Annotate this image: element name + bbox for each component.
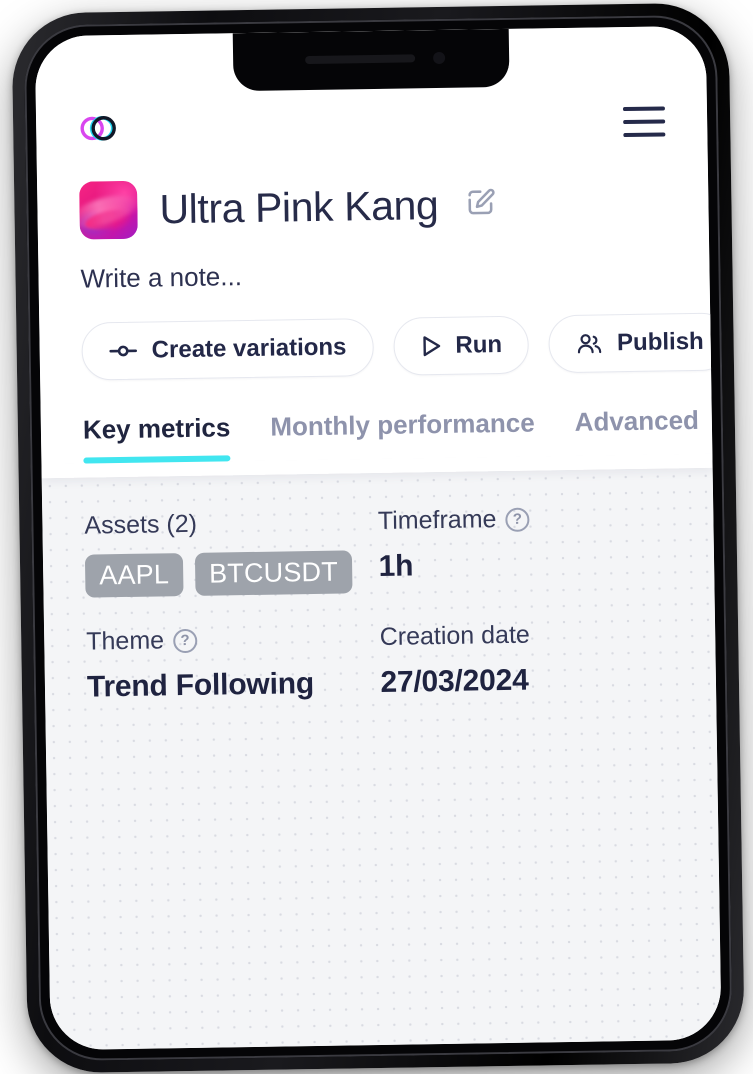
phone-notch xyxy=(232,29,509,91)
tab-advanced[interactable]: Advanced xyxy=(574,405,699,456)
theme-field: Theme ? Trend Following xyxy=(86,623,381,731)
assets-tag-list: AAPL BTCUSDT xyxy=(85,550,379,598)
earpiece-speaker xyxy=(305,54,415,64)
publish-button[interactable]: Publish xyxy=(549,312,722,373)
app-logo-icon xyxy=(78,111,119,146)
users-icon xyxy=(576,331,604,355)
app-logo[interactable] xyxy=(78,111,119,146)
run-button[interactable]: Run xyxy=(393,316,530,376)
metrics-panel: Assets (2) AAPL BTCUSDT Timeframe ? xyxy=(42,468,722,1050)
timeframe-value: 1h xyxy=(378,545,672,584)
run-label: Run xyxy=(455,331,502,360)
edit-icon[interactable] xyxy=(464,186,497,223)
tab-label: Key metrics xyxy=(83,412,231,444)
app-header: Ultra Pink Kang Write a note... xyxy=(35,26,713,464)
asset-tag[interactable]: AAPL xyxy=(85,553,184,598)
creation-date-label: Creation date xyxy=(380,618,674,652)
variations-icon xyxy=(109,342,139,360)
page-title: Ultra Pink Kang xyxy=(159,182,439,233)
phone-bezel: Ultra Pink Kang Write a note... xyxy=(24,15,733,1062)
publish-label: Publish xyxy=(617,328,704,357)
tab-label: Monthly performance xyxy=(270,408,535,442)
menu-line xyxy=(623,132,665,137)
phone-screen: Ultra Pink Kang Write a note... xyxy=(35,26,722,1050)
note-input[interactable]: Write a note... xyxy=(80,254,667,294)
strategy-avatar xyxy=(79,181,138,240)
front-camera xyxy=(433,52,445,64)
play-icon xyxy=(420,334,442,358)
timeframe-field: Timeframe ? 1h xyxy=(378,502,673,619)
theme-value: Trend Following xyxy=(87,666,381,705)
tab-bar: Key metrics Monthly performance Advanced xyxy=(83,405,671,463)
metrics-grid: Assets (2) AAPL BTCUSDT Timeframe ? xyxy=(84,468,675,730)
help-icon[interactable]: ? xyxy=(173,628,197,652)
create-variations-label: Create variations xyxy=(151,333,346,364)
create-variations-button[interactable]: Create variations xyxy=(81,318,374,381)
creation-date-value: 27/03/2024 xyxy=(380,661,674,700)
timeframe-label-text: Timeframe xyxy=(378,505,497,536)
help-icon[interactable]: ? xyxy=(505,507,529,531)
tab-key-metrics[interactable]: Key metrics xyxy=(83,412,231,463)
tab-label: Advanced xyxy=(574,405,699,437)
timeframe-label: Timeframe ? xyxy=(378,502,672,536)
phone-device-frame: Ultra Pink Kang Write a note... xyxy=(11,2,745,1073)
creation-date-field: Creation date 27/03/2024 xyxy=(380,618,675,726)
tab-monthly-performance[interactable]: Monthly performance xyxy=(270,408,535,461)
app-viewport: Ultra Pink Kang Write a note... xyxy=(35,26,722,1050)
menu-button[interactable] xyxy=(623,106,665,137)
theme-label: Theme ? xyxy=(86,623,380,657)
menu-line xyxy=(623,119,665,124)
asset-tag[interactable]: BTCUSDT xyxy=(195,550,353,595)
menu-line xyxy=(623,106,665,111)
assets-label: Assets (2) xyxy=(84,507,378,541)
action-buttons: Create variations Run xyxy=(81,313,669,380)
theme-label-text: Theme xyxy=(86,626,164,656)
strategy-title-row: Ultra Pink Kang xyxy=(79,172,667,239)
assets-field: Assets (2) AAPL BTCUSDT xyxy=(84,507,379,624)
